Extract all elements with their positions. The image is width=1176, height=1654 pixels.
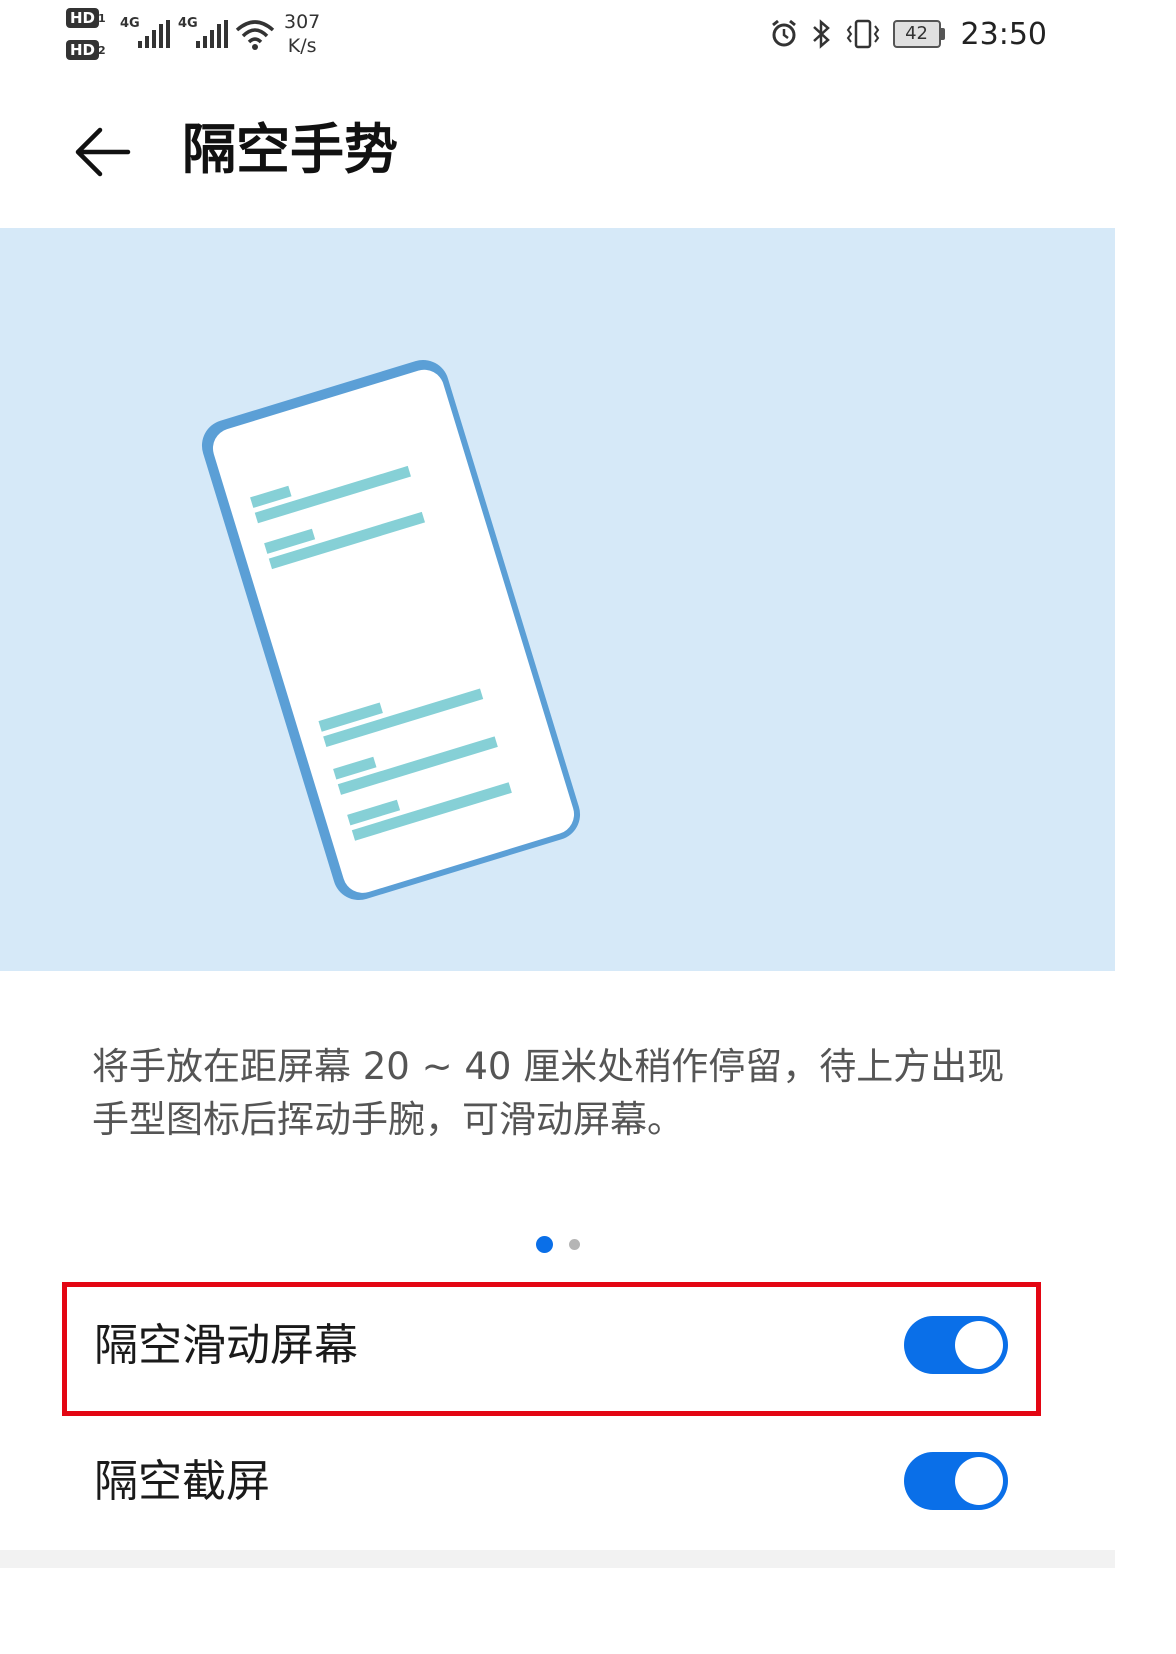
alarm-icon (771, 19, 796, 47)
hd-voice-badge-2: HD (66, 40, 100, 60)
arrow-left-icon (75, 127, 131, 177)
pager-dot-1[interactable] (535, 1235, 553, 1253)
hd-voice-badge-1: HD (66, 8, 100, 28)
gesture-description: 将手放在距屏幕 20 ~ 40 厘米处稍作停留，待上方出现手型图标后挥动手腕，可… (92, 1045, 1005, 1141)
battery-level: 42 (892, 20, 941, 48)
network-speed-unit: K/s (287, 35, 317, 57)
sim2-index: 2 (98, 44, 106, 57)
bottom-divider (0, 1550, 1115, 1568)
air-scroll-toggle[interactable] (904, 1316, 1008, 1374)
network-type-1: 4G (120, 16, 140, 31)
network-speed: 307 K/s (284, 10, 320, 58)
status-bar: HD 1 HD 2 4G 4G 307 K/s 42 23:50 (0, 0, 1115, 80)
air-screenshot-toggle[interactable] (904, 1452, 1008, 1510)
sim1-index: 1 (98, 12, 106, 25)
network-speed-value: 307 (284, 11, 321, 33)
toggle-knob (955, 1321, 1003, 1369)
network-type-2: 4G (178, 16, 198, 31)
pager-dot-2[interactable] (568, 1238, 580, 1250)
pager-indicator (0, 1234, 1115, 1254)
status-bar-right: 42 23:50 (769, 14, 1047, 54)
wifi-icon (235, 20, 275, 50)
app-header: 隔空手势 (0, 100, 1115, 210)
setting-row-air-scroll[interactable]: 隔空滑动屏幕 (0, 1282, 1115, 1412)
setting-row-air-screenshot[interactable]: 隔空截屏 (0, 1418, 1115, 1548)
toggle-knob (955, 1457, 1003, 1505)
page-title: 隔空手势 (182, 118, 398, 181)
setting-label-air-scroll: 隔空滑动屏幕 (94, 1320, 358, 1371)
setting-label-air-screenshot: 隔空截屏 (94, 1456, 270, 1507)
signal-icon-2 (196, 20, 228, 48)
phone-illustration-icon (201, 359, 581, 901)
vibrate-icon (846, 19, 879, 49)
battery-icon: 42 (892, 20, 945, 48)
bluetooth-icon (812, 19, 830, 49)
signal-icon (138, 20, 170, 48)
back-button[interactable] (60, 110, 144, 194)
status-time: 23:50 (960, 16, 1047, 52)
gesture-illustration (0, 228, 1115, 971)
